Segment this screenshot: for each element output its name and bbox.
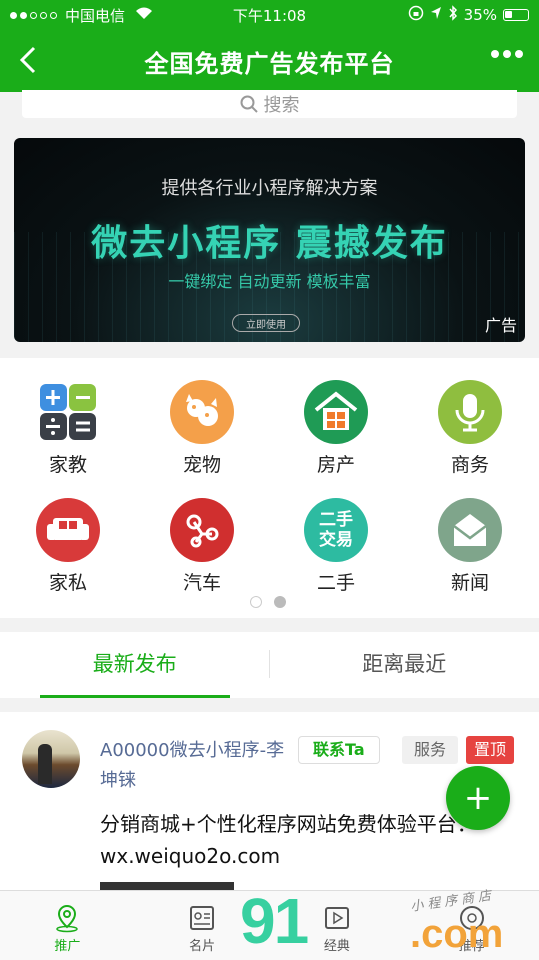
- category-real-estate[interactable]: 房产: [276, 380, 396, 477]
- category-label: 家私: [48, 572, 87, 594]
- category-business[interactable]: 商务: [410, 380, 530, 477]
- category-label: 房产: [316, 454, 355, 476]
- carrier-label: 中国电信: [65, 6, 126, 25]
- more-menu-button[interactable]: [491, 50, 523, 58]
- category-badge: 服务: [402, 736, 459, 764]
- calculator-icon: [36, 380, 100, 444]
- search-bar[interactable]: 搜索: [22, 90, 517, 118]
- battery-icon: [503, 9, 529, 21]
- bottom-tab-promote[interactable]: 推广: [0, 891, 135, 960]
- battery-percent: 35%: [463, 6, 497, 24]
- page-dot: [250, 596, 262, 608]
- back-button[interactable]: [12, 42, 44, 78]
- category-news[interactable]: 新闻: [410, 498, 530, 595]
- category-grid: 家教 宠物 房产 商务 家私 汽车 二手交易 二手 新闻: [0, 358, 539, 618]
- add-post-button[interactable]: +: [446, 766, 510, 830]
- video-icon: [270, 901, 405, 935]
- category-tutoring[interactable]: 家教: [8, 380, 128, 477]
- tab-latest[interactable]: 最新发布: [0, 632, 270, 698]
- banner-use-now-button[interactable]: 立即使用: [232, 314, 300, 332]
- business-card-icon: [135, 901, 270, 935]
- bottom-tab-classic[interactable]: 经典: [270, 891, 405, 960]
- microphone-icon: [438, 380, 502, 444]
- second-hand-trade-icon: 二手交易: [304, 498, 368, 562]
- ad-banner[interactable]: 提供各行业小程序解决方案 微去小程序 震撼发布 一键绑定 自动更新 模板丰富 立…: [14, 138, 525, 342]
- contact-button[interactable]: 联系Ta: [298, 736, 380, 764]
- nav-bar: 全国免费广告发布平台: [0, 30, 539, 92]
- tab-nearest[interactable]: 距离最近: [270, 632, 539, 698]
- location-pin-icon: [0, 901, 135, 935]
- category-cars[interactable]: 汽车: [142, 498, 262, 595]
- avatar[interactable]: [22, 730, 80, 788]
- page-indicator: [250, 596, 286, 608]
- more-dots-icon: [491, 50, 499, 58]
- category-pets[interactable]: 宠物: [142, 380, 262, 477]
- bottom-tab-card[interactable]: 名片: [135, 891, 270, 960]
- top-bar: 中国电信 下午11:08 35% 全国免费广告发布平台: [0, 0, 539, 92]
- category-furniture[interactable]: 家私: [8, 498, 128, 595]
- banner-features: 一键绑定 自动更新 模板丰富: [168, 272, 371, 291]
- category-second-hand[interactable]: 二手交易 二手: [276, 498, 396, 595]
- category-label: 宠物: [182, 454, 221, 476]
- category-label: 家教: [48, 454, 87, 476]
- post-image[interactable]: [100, 882, 234, 890]
- envelope-icon: [438, 498, 502, 562]
- chevron-left-icon: [19, 46, 36, 74]
- sofa-icon: [36, 498, 100, 562]
- pet-icon: [170, 380, 234, 444]
- share-nodes-icon: [170, 498, 234, 562]
- category-label: 二手: [316, 572, 355, 594]
- house-icon: [304, 380, 368, 444]
- wifi-icon: [135, 6, 153, 24]
- ad-label: 广告: [484, 316, 517, 335]
- recommend-icon: [404, 901, 539, 935]
- banner-headline: 微去小程序 震撼发布: [91, 223, 448, 264]
- bluetooth-icon: [448, 5, 458, 25]
- signal-strength-icon: [10, 11, 57, 19]
- category-label: 汽车: [182, 572, 221, 594]
- banner-subtitle: 提供各行业小程序解决方案: [161, 178, 378, 199]
- pinned-badge: 置顶: [466, 736, 515, 764]
- feed-tabs: 最新发布 距离最近: [0, 632, 539, 698]
- location-arrow-icon: [430, 6, 442, 24]
- post-author[interactable]: A00000微去小程序-李坤铼: [100, 736, 300, 796]
- search-placeholder: 搜索: [263, 95, 300, 116]
- page-title: 全国免费广告发布平台: [144, 49, 395, 78]
- bottom-tab-recommend[interactable]: 推荐: [404, 891, 539, 960]
- category-label: 新闻: [450, 572, 489, 594]
- page-dot-active: [274, 596, 286, 608]
- bottom-tab-bar: 推广 名片 经典 推荐: [0, 890, 539, 960]
- status-bar: 中国电信 下午11:08 35%: [0, 0, 539, 30]
- search-icon: [240, 95, 258, 113]
- category-label: 商务: [450, 454, 489, 476]
- rotation-lock-icon: [408, 5, 424, 25]
